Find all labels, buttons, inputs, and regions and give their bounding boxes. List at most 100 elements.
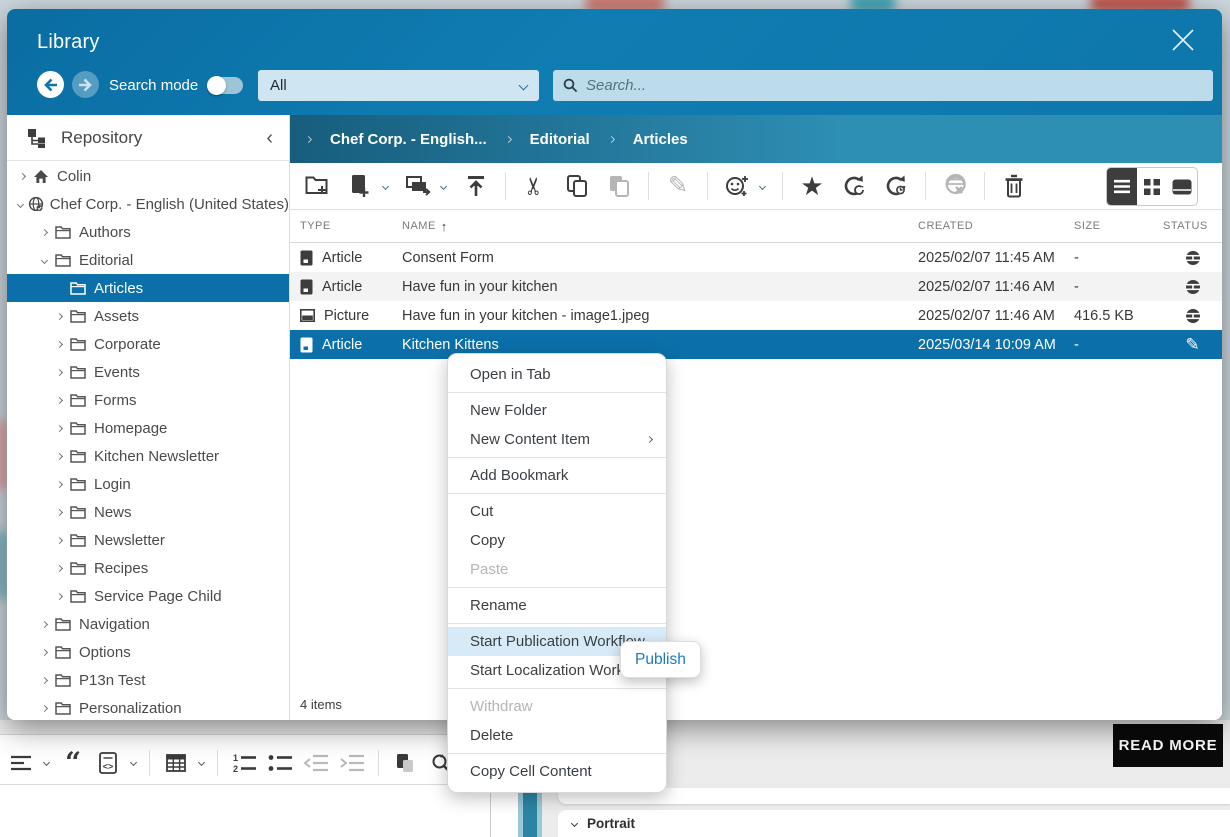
refresh-icon[interactable]	[836, 168, 872, 204]
menu-item-new-content-item[interactable]: New Content Item	[448, 425, 666, 454]
menu-item-new-folder[interactable]: New Folder	[448, 396, 666, 425]
tree-collapsed-chevron-icon[interactable]	[37, 622, 51, 627]
menu-item-copy[interactable]: Copy	[448, 526, 666, 555]
tree-expanded-chevron-icon[interactable]	[37, 258, 51, 263]
tree-collapsed-chevron-icon[interactable]	[52, 314, 66, 319]
bookmark-star-icon[interactable]: ★	[794, 168, 830, 204]
sidebar-item-login[interactable]: Login	[7, 470, 289, 498]
sidebar-item-editorial[interactable]: Editorial	[7, 246, 289, 274]
tree-collapsed-chevron-icon[interactable]	[52, 370, 66, 375]
column-header-status[interactable]: STATUS	[1153, 220, 1222, 232]
sidebar-item-colin[interactable]: Colin	[7, 162, 289, 190]
back-icon[interactable]	[37, 71, 64, 98]
tree-collapsed-chevron-icon[interactable]	[52, 594, 66, 599]
breadcrumb-item-articles[interactable]: Articles	[633, 131, 688, 148]
sidebar-item-authors[interactable]: Authors	[7, 218, 289, 246]
cut-icon[interactable]: ✂	[517, 168, 553, 204]
menu-item-rename[interactable]: Rename	[448, 591, 666, 620]
close-icon[interactable]	[1166, 23, 1200, 57]
search-input[interactable]	[586, 77, 1203, 94]
tree-collapsed-chevron-icon[interactable]	[52, 454, 66, 459]
new-folder-icon[interactable]	[300, 168, 336, 204]
new-content-item-dropdown-chevron-icon[interactable]	[376, 168, 394, 204]
tree-collapsed-chevron-icon[interactable]	[37, 650, 51, 655]
new-content-item-icon[interactable]	[342, 168, 378, 204]
column-header-size[interactable]: SIZE	[1064, 220, 1153, 232]
tree-collapsed-chevron-icon[interactable]	[52, 482, 66, 487]
tree-collapsed-chevron-icon[interactable]	[52, 342, 66, 347]
menu-item-open-in-tab[interactable]: Open in Tab	[448, 360, 666, 389]
sidebar-item-navigation[interactable]: Navigation	[7, 610, 289, 638]
grid-view-button[interactable]	[1137, 168, 1167, 205]
table-dropdown-chevron-icon[interactable]	[198, 759, 205, 766]
sidebar-item-articles[interactable]: Articles	[7, 274, 289, 302]
sidebar-item-p13n-test[interactable]: P13n Test	[7, 666, 289, 694]
tree-collapsed-chevron-icon[interactable]	[52, 538, 66, 543]
ordered-list-icon[interactable]: 12	[231, 750, 257, 776]
tree-collapsed-chevron-icon[interactable]	[37, 678, 51, 683]
menu-item-cut[interactable]: Cut	[448, 497, 666, 526]
menu-item-add-bookmark[interactable]: Add Bookmark	[448, 461, 666, 490]
tree-expanded-chevron-icon[interactable]	[15, 202, 26, 207]
sidebar-item-options[interactable]: Options	[7, 638, 289, 666]
menu-item-delete[interactable]: Delete	[448, 721, 666, 750]
new-media-icon[interactable]	[400, 168, 436, 204]
paste-icon[interactable]	[392, 750, 418, 776]
tree-collapsed-chevron-icon[interactable]	[15, 174, 29, 179]
sidebar-item-events[interactable]: Events	[7, 358, 289, 386]
tree-collapsed-chevron-icon[interactable]	[37, 230, 51, 235]
filter-select[interactable]: All	[258, 70, 539, 101]
add-reaction-icon[interactable]	[719, 168, 755, 204]
column-header-created[interactable]: CREATED	[908, 220, 1064, 232]
new-media-dropdown-chevron-icon[interactable]	[434, 168, 452, 204]
tree-collapsed-chevron-icon[interactable]	[37, 706, 51, 711]
table-row[interactable]: Picture Have fun in your kitchen - image…	[290, 301, 1222, 330]
sidebar-item-homepage[interactable]: Homepage	[7, 414, 289, 442]
read-more-button[interactable]: READ MORE	[1113, 724, 1223, 767]
table-row-selected[interactable]: Article Kitchen Kittens 2025/03/14 10:09…	[290, 330, 1222, 359]
portrait-section-header[interactable]: Portrait	[558, 810, 1230, 837]
card-view-button[interactable]	[1167, 168, 1197, 205]
sidebar-collapse-icon[interactable]: ‹	[266, 128, 273, 148]
table-row[interactable]: Article Consent Form 2025/02/07 11:45 AM…	[290, 243, 1222, 272]
publish-submenu-item[interactable]: Publish	[620, 641, 701, 678]
toolbar-divider	[149, 750, 150, 776]
code-dropdown-chevron-icon[interactable]	[130, 759, 137, 766]
menu-item-copy-cell-content[interactable]: Copy Cell Content	[448, 757, 666, 786]
item-created: 2025/02/07 11:45 AM	[908, 250, 1064, 266]
tree-collapsed-chevron-icon[interactable]	[52, 510, 66, 515]
sidebar-item-chef-corp-english-united-states[interactable]: Chef Corp. - English (United States)	[7, 190, 289, 218]
upload-icon[interactable]	[458, 168, 494, 204]
sidebar-item-assets[interactable]: Assets	[7, 302, 289, 330]
sidebar-item-service-page-child[interactable]: Service Page Child	[7, 582, 289, 610]
breadcrumb-item-site[interactable]: Chef Corp. - English...	[330, 131, 487, 148]
tree-collapsed-chevron-icon[interactable]	[52, 566, 66, 571]
table-row[interactable]: Article Have fun in your kitchen 2025/02…	[290, 272, 1222, 301]
sidebar-item-recipes[interactable]: Recipes	[7, 554, 289, 582]
refresh-scheduled-icon[interactable]	[878, 168, 914, 204]
search-mode-toggle[interactable]	[207, 77, 243, 94]
list-view-button[interactable]	[1107, 168, 1137, 205]
copy-icon[interactable]	[559, 168, 595, 204]
sidebar-item-newsletter[interactable]: Newsletter	[7, 526, 289, 554]
article-type-icon	[300, 250, 313, 266]
sidebar-item-corporate[interactable]: Corporate	[7, 330, 289, 358]
add-reaction-dropdown-chevron-icon[interactable]	[753, 168, 771, 204]
column-header-type[interactable]: TYPE	[290, 220, 392, 232]
align-left-icon[interactable]	[8, 750, 34, 776]
tree-collapsed-chevron-icon[interactable]	[52, 398, 66, 403]
sidebar-item-news[interactable]: News	[7, 498, 289, 526]
blockquote-icon[interactable]: “	[59, 750, 85, 776]
breadcrumb-item-editorial[interactable]: Editorial	[530, 131, 590, 148]
bullet-list-icon[interactable]	[267, 750, 293, 776]
column-header-name[interactable]: NAME↑	[392, 219, 908, 234]
delete-trash-icon[interactable]	[996, 168, 1032, 204]
tree-collapsed-chevron-icon[interactable]	[52, 426, 66, 431]
sidebar-item-kitchen-newsletter[interactable]: Kitchen Newsletter	[7, 442, 289, 470]
align-dropdown-chevron-icon[interactable]	[43, 759, 50, 766]
sidebar-item-forms[interactable]: Forms	[7, 386, 289, 414]
forward-icon[interactable]	[72, 71, 99, 98]
code-block-icon[interactable]: <>	[95, 750, 121, 776]
table-icon[interactable]	[163, 750, 189, 776]
sidebar-item-personalization[interactable]: Personalization	[7, 694, 289, 720]
